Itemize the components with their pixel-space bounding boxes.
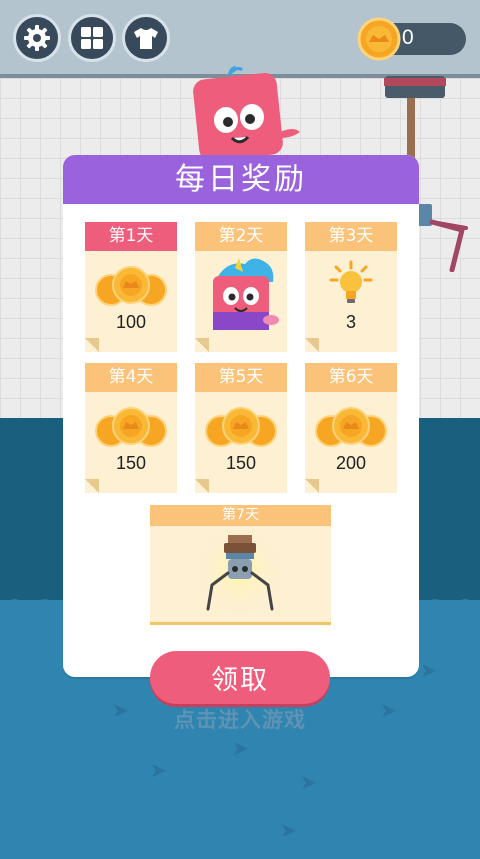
shirt-icon bbox=[134, 28, 158, 49]
fish-icon: ➤ bbox=[150, 758, 167, 782]
character-skin-icon bbox=[213, 258, 279, 330]
gear-icon bbox=[24, 25, 50, 51]
fish-icon: ➤ bbox=[300, 770, 317, 794]
card-fold bbox=[85, 479, 99, 493]
pink-cube-character-icon bbox=[193, 66, 300, 158]
day-label: 第6天 bbox=[305, 363, 397, 392]
lightbulb-icon bbox=[329, 260, 373, 303]
day-card-1[interactable]: 第1天 100 bbox=[85, 222, 177, 352]
reward-amount: 100 bbox=[115, 312, 147, 332]
crane-claw-icon bbox=[418, 204, 468, 272]
skins-button[interactable] bbox=[122, 14, 170, 62]
coins-icon bbox=[95, 266, 167, 306]
fish-icon: ➤ bbox=[420, 658, 437, 682]
coin-count: 0 bbox=[402, 26, 414, 49]
card-bottom-edge bbox=[150, 622, 331, 625]
reward-amount: 3 bbox=[345, 312, 356, 332]
coins-icon bbox=[315, 407, 387, 447]
day-card-3[interactable]: 第3天 3 bbox=[305, 222, 397, 352]
coins-icon bbox=[95, 407, 167, 447]
day-card-2[interactable]: 第2天 bbox=[195, 222, 287, 352]
reward-amount: 150 bbox=[115, 453, 147, 473]
dialog-title: 每日奖励 bbox=[175, 162, 307, 197]
card-fold bbox=[305, 479, 319, 493]
day-label: 第4天 bbox=[85, 363, 177, 392]
card-fold bbox=[195, 338, 209, 352]
tap-to-enter-text[interactable]: 点击进入游戏 bbox=[0, 704, 480, 734]
fish-icon: ➤ bbox=[232, 736, 249, 760]
fish-icon: ➤ bbox=[280, 818, 297, 842]
crane-top bbox=[384, 78, 446, 86]
claw-machine-icon bbox=[194, 527, 286, 617]
day-label: 第2天 bbox=[195, 222, 287, 251]
reward-amount: 200 bbox=[335, 453, 367, 473]
day-card-7[interactable]: 第7天 bbox=[150, 505, 331, 625]
grid-icon bbox=[81, 27, 103, 49]
day-card-6[interactable]: 第6天 200 bbox=[305, 363, 397, 493]
reward-amount: 150 bbox=[225, 453, 257, 473]
settings-button[interactable] bbox=[13, 14, 61, 62]
coin-icon bbox=[357, 17, 401, 61]
claim-button[interactable]: 领取 bbox=[150, 651, 330, 704]
card-fold bbox=[195, 479, 209, 493]
card-fold bbox=[305, 338, 319, 352]
levels-button[interactable] bbox=[68, 14, 116, 62]
day-card-4[interactable]: 第4天 150 bbox=[85, 363, 177, 493]
day-label: 第3天 bbox=[305, 222, 397, 251]
day-label: 第7天 bbox=[150, 505, 331, 526]
card-fold bbox=[85, 338, 99, 352]
day-label: 第1天 bbox=[85, 222, 177, 251]
day-card-5[interactable]: 第5天 150 bbox=[195, 363, 287, 493]
day-label: 第5天 bbox=[195, 363, 287, 392]
coins-icon bbox=[205, 407, 277, 447]
crane-rope bbox=[407, 98, 415, 158]
